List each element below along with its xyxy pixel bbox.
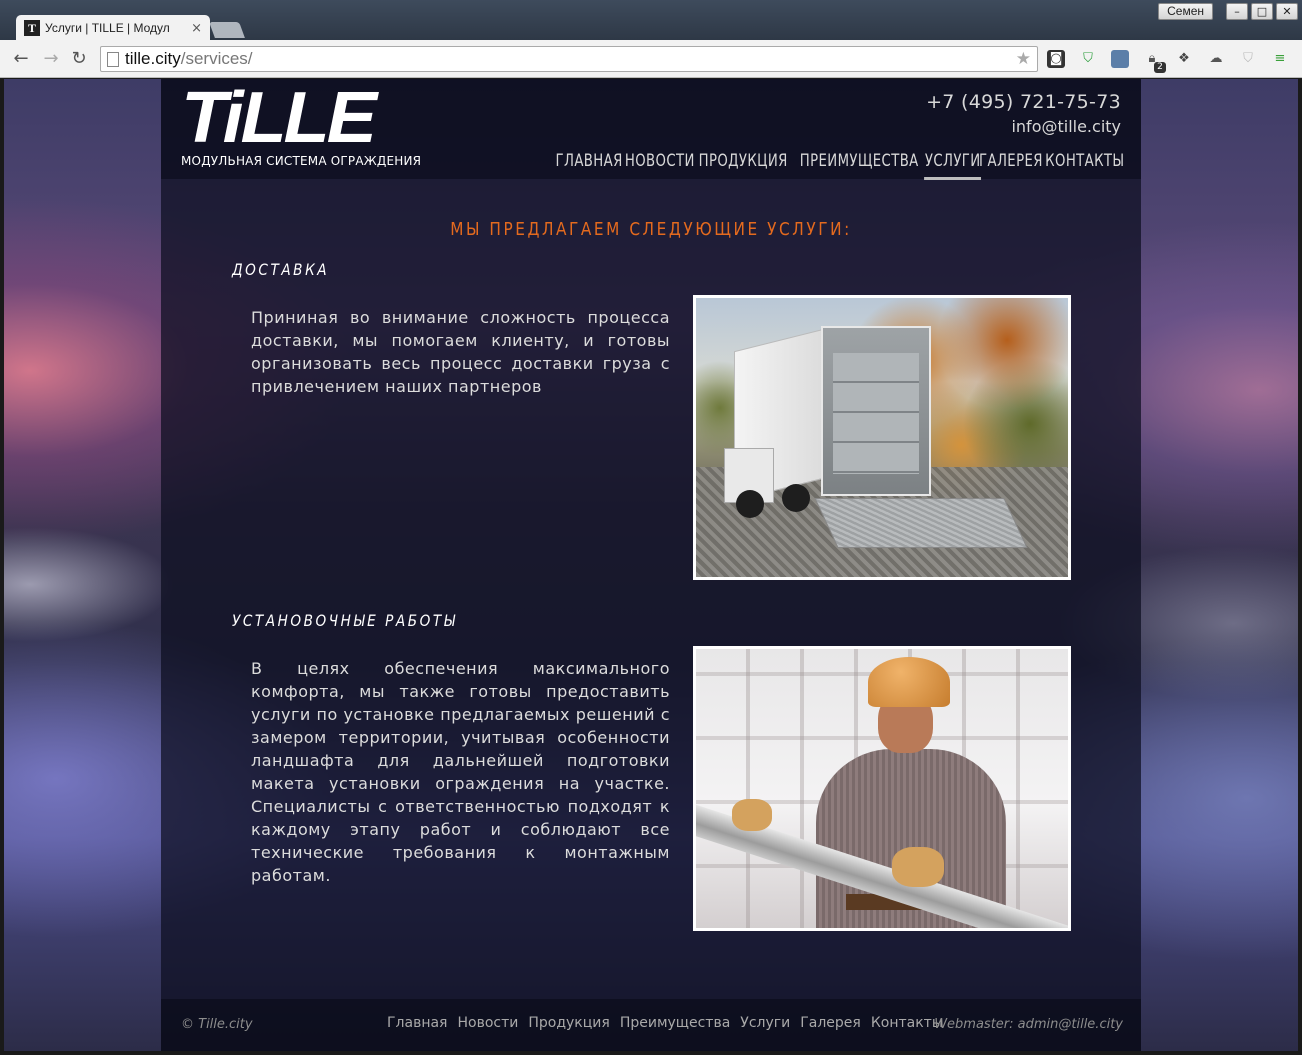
delivery-truck-image xyxy=(693,295,1071,580)
tab-close-icon[interactable]: × xyxy=(191,21,202,36)
nav-item-main[interactable]: ГЛАВНАЯ xyxy=(555,151,624,180)
header-email[interactable]: info@tille.city xyxy=(926,117,1121,136)
header-contacts: +7 (495) 721-75-73 info@tille.city xyxy=(926,91,1121,136)
footer-link-main[interactable]: Главная xyxy=(387,1015,447,1031)
header-phone[interactable]: +7 (495) 721-75-73 xyxy=(926,91,1121,113)
forward-icon[interactable]: → xyxy=(40,48,62,70)
nav-item-products[interactable]: ПРОДУКЦИЯ xyxy=(698,151,789,180)
footer-link-news[interactable]: Новости xyxy=(457,1015,518,1031)
bookmark-star-icon[interactable]: ★ xyxy=(1016,49,1031,69)
footer-link-advantages[interactable]: Преимущества xyxy=(620,1015,730,1031)
footer-nav: Главная Новости Продукция Преимущества У… xyxy=(387,1015,943,1031)
readability-icon[interactable]: ◙ xyxy=(1047,50,1065,68)
shield-outline-icon[interactable]: ⛉ xyxy=(1239,50,1257,68)
page-icon xyxy=(107,51,119,67)
page-viewport: TiLLE МОДУЛЬНАЯ СИСТЕМА ОГРАЖДЕНИЯ +7 (4… xyxy=(4,79,1298,1051)
maximize-icon[interactable]: □ xyxy=(1251,3,1273,20)
service-text-installation: В целях обеспечения максимального комфор… xyxy=(251,659,670,885)
main-nav: ГЛАВНАЯ НОВОСТИ ПРОДУКЦИЯ ПРЕИМУЩЕСТВА У… xyxy=(555,151,1127,180)
nav-item-services[interactable]: УСЛУГИ xyxy=(924,151,982,180)
page-title: МЫ ПРЕДЛАГАЕМ СЛЕДУЮЩИЕ УСЛУГИ: xyxy=(450,219,852,240)
installation-worker-image xyxy=(693,646,1071,931)
browser-toolbar: ← → ↻ tille.city/services/ ★ ◙ ⛉ 🔒︎ 2 ❖ … xyxy=(0,40,1302,78)
nav-item-news[interactable]: НОВОСТИ xyxy=(624,151,696,180)
profile-button[interactable]: Семен xyxy=(1158,3,1213,20)
service-title-installation: УСТАНОВОЧНЫЕ РАБОТЫ xyxy=(232,611,458,630)
service-text-delivery: Прининая во внимание сложность процесса … xyxy=(251,308,670,396)
footer-link-products[interactable]: Продукция xyxy=(528,1015,609,1031)
url-path: /services/ xyxy=(180,49,253,68)
book-icon[interactable] xyxy=(1111,50,1129,68)
url-host: tille.city xyxy=(125,49,181,68)
minimize-icon[interactable]: – xyxy=(1226,3,1248,20)
site-logo[interactable]: TiLLE МОДУЛЬНАЯ СИСТЕМА ОГРАЖДЕНИЯ xyxy=(181,82,421,168)
close-window-icon[interactable]: ✕ xyxy=(1276,3,1298,20)
tab-title: Услуги | TILLE | Модул xyxy=(45,21,170,35)
site-footer: © Tille.city Главная Новости Продукция П… xyxy=(161,999,1141,1051)
window-controls: Семен – □ ✕ xyxy=(1158,3,1298,20)
address-bar[interactable]: tille.city/services/ ★ xyxy=(100,46,1038,72)
extension-badge: 2 xyxy=(1154,62,1166,73)
footer-link-gallery[interactable]: Галерея xyxy=(800,1015,861,1031)
reload-icon[interactable]: ↻ xyxy=(68,48,90,70)
cloud-upload-icon[interactable]: ☁ xyxy=(1207,50,1225,68)
footer-copyright: © Tille.city xyxy=(181,1017,253,1032)
site-header: TiLLE МОДУЛЬНАЯ СИСТЕМА ОГРАЖДЕНИЯ +7 (4… xyxy=(161,79,1141,180)
back-icon[interactable]: ← xyxy=(10,48,32,70)
menu-icon[interactable]: ≡ xyxy=(1271,50,1289,68)
browser-titlebar: T Услуги | TILLE | Модул × Семен – □ ✕ xyxy=(0,0,1302,41)
site-favicon-icon: T xyxy=(24,20,40,36)
shield-icon[interactable]: ⛉ xyxy=(1079,50,1097,68)
footer-link-contacts[interactable]: Контакты xyxy=(871,1015,943,1031)
browser-tab[interactable]: T Услуги | TILLE | Модул × xyxy=(16,15,210,41)
pocket-icon[interactable]: ❖ xyxy=(1175,50,1193,68)
service-title-delivery: ДОСТАВКА xyxy=(232,260,330,279)
nav-item-contacts[interactable]: КОНТАКТЫ xyxy=(1045,151,1126,180)
footer-link-services[interactable]: Услуги xyxy=(740,1015,790,1031)
new-tab-button[interactable] xyxy=(209,22,245,38)
nav-item-advantages[interactable]: ПРЕИМУЩЕСТВА xyxy=(799,151,919,180)
logo-wordmark: TiLLE xyxy=(181,79,377,158)
footer-webmaster[interactable]: Webmaster: admin@tille.city xyxy=(934,1017,1123,1032)
nav-item-gallery[interactable]: ГАЛЕРЕЯ xyxy=(979,151,1044,180)
